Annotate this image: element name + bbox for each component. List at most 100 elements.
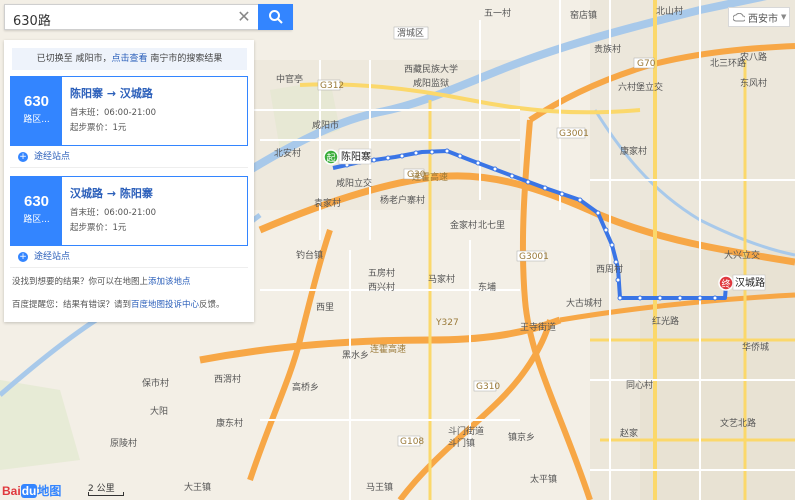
- g310-label: G310: [476, 382, 500, 392]
- place-doumen2: 斗门镇: [448, 437, 475, 449]
- place-yaodianz: 窑店镇: [570, 9, 597, 21]
- place-kangjia: 康家村: [620, 145, 647, 157]
- notice-suffix: 南宁市的搜索结果: [150, 54, 223, 64]
- plus-icon: +: [18, 152, 28, 162]
- lianhuo-label: 连霍高速: [370, 343, 406, 355]
- g70-label: G70: [637, 59, 656, 69]
- via-label: 途经站点: [34, 252, 71, 262]
- clear-icon[interactable]: ✕: [235, 8, 253, 26]
- place-tongxin: 同心村: [626, 379, 653, 391]
- place-guishi: 贵族村: [594, 43, 621, 55]
- place-beisan: 北三环路: [710, 57, 746, 69]
- search-button[interactable]: [258, 4, 293, 30]
- route-sub: 路区...: [23, 115, 50, 125]
- route-schedule: 首末班：06:00-21:00: [70, 208, 157, 218]
- place-xianyang: 咸阳市: [312, 119, 339, 131]
- baidu-map-logo[interactable]: Baidu地图: [2, 482, 61, 499]
- place-gaoqiao: 高桥乡: [292, 381, 319, 393]
- notice-city: 咸阳市: [75, 54, 103, 64]
- notice-prefix: 已切换至: [36, 54, 73, 64]
- via-stops-2[interactable]: + 途经站点: [10, 246, 248, 268]
- feedback-link[interactable]: 百度地图投诉中心: [131, 300, 199, 310]
- place-doumen: 斗门街道: [448, 425, 484, 437]
- place-jingjing: 镇京乡: [508, 431, 535, 443]
- end-marker[interactable]: 终 汉城路: [718, 274, 766, 291]
- place-wangsi: 王寺街道: [520, 321, 556, 333]
- place-xianyang-prison: 咸阳监狱: [413, 77, 449, 89]
- city-switch-notice: 已切换至 咸阳市，点击查看 南宁市的搜索结果: [12, 48, 247, 70]
- place-huaqiao: 华侨城: [742, 341, 769, 353]
- end-badge: 终: [721, 278, 730, 290]
- hint2-text: 百度提醒您：结果有错误？请到: [12, 300, 132, 310]
- place-yangjia: 杨老户寨村: [380, 194, 425, 206]
- route-fare: 起步票价：1元: [70, 223, 127, 233]
- place-liuqun: 六村堡立交: [618, 81, 663, 93]
- result-card-2[interactable]: 630 路区... 汉城路 → 陈阳寨 首末班：06:00-21:00 起步票价…: [10, 176, 248, 246]
- place-dongfeng: 东风村: [740, 77, 767, 89]
- place-beiqi: 北七里: [478, 220, 505, 231]
- scale-bar: [88, 492, 124, 496]
- g108-label: G108: [400, 437, 424, 447]
- place-wuyi: 五一村: [484, 7, 511, 19]
- place-weicheng: 渭城区: [397, 28, 424, 39]
- g312-label: G312: [320, 81, 344, 91]
- place-yuanjia: 袁家村: [314, 197, 341, 209]
- route-title[interactable]: 汉城路 → 陈阳寨: [70, 185, 153, 201]
- feedback-hint: 百度提醒您：结果有错误？请到百度地图投诉中心反馈。: [12, 298, 225, 310]
- place-xizang: 西藏民族大学: [404, 63, 458, 75]
- place-dongpu: 东埔: [478, 281, 496, 293]
- place-beishan: 北山村: [656, 5, 683, 17]
- city-switcher[interactable]: 西安市 ▼: [728, 7, 790, 27]
- g3001-label-2: G3001: [559, 129, 589, 139]
- place-dayang: 大阳: [150, 405, 168, 417]
- start-marker[interactable]: 起 陈阳寨: [323, 148, 372, 165]
- place-xianyangli: 咸阳立交: [336, 177, 372, 189]
- place-kangdong: 康东村: [216, 417, 243, 429]
- cloud-icon: [733, 12, 745, 21]
- route-badge: 630 路区...: [11, 77, 62, 145]
- place-yuanlin: 原陵村: [110, 437, 137, 449]
- place-mawang: 马王镇: [366, 481, 393, 493]
- route-number: 630: [23, 93, 50, 110]
- place-wufang: 五房村: [368, 267, 395, 279]
- place-xizhou: 西周村: [596, 263, 623, 275]
- search-box: 630路 ✕: [4, 4, 293, 30]
- place-taiyi: 太平镇: [530, 473, 557, 485]
- place-beiyan: 北安村: [274, 147, 301, 159]
- route-sub: 路区...: [23, 215, 50, 225]
- place-wenyi: 文艺北路: [720, 417, 756, 429]
- route-fare: 起步票价：1元: [70, 123, 127, 133]
- logo-part-a: Bai: [2, 484, 21, 498]
- place-xixing: 西兴村: [368, 281, 395, 293]
- place-dawang: 大王镇: [184, 481, 211, 493]
- chevron-down-icon: ▼: [781, 13, 787, 21]
- end-name: 汉城路: [735, 276, 765, 289]
- start-name: 陈阳寨: [341, 150, 371, 163]
- city-label: 西安市: [748, 13, 778, 25]
- place-mada: 马家村: [428, 273, 455, 285]
- place-xiali: 西里: [316, 302, 334, 313]
- search-icon: [268, 10, 283, 24]
- add-place-hint: 没找到想要的结果？你可以在地图上添加该地点: [12, 275, 191, 287]
- search-input[interactable]: 630路: [13, 10, 51, 29]
- logo-part-c: 地图: [37, 484, 62, 498]
- place-baobao: 保市村: [142, 377, 169, 389]
- notice-link[interactable]: 点击查看: [112, 54, 148, 64]
- y327-label: Y327: [435, 318, 459, 328]
- place-zhaojia: 赵家: [620, 427, 638, 439]
- route-schedule: 首末班：06:00-21:00: [70, 108, 157, 118]
- start-badge: 起: [326, 153, 335, 164]
- add-place-link[interactable]: 添加该地点: [148, 277, 191, 287]
- route-title[interactable]: 陈阳寨 → 汉城路: [70, 85, 153, 101]
- place-jinjia: 金家村: [450, 219, 477, 231]
- place-daxing: 大兴立交: [724, 249, 760, 261]
- plus-icon: +: [18, 252, 28, 262]
- results-panel: 已切换至 咸阳市，点击查看 南宁市的搜索结果 630 路区... 陈阳寨 → 汉…: [4, 40, 254, 322]
- place-daguan: 大古城村: [566, 297, 602, 309]
- via-label: 途经站点: [34, 152, 71, 162]
- place-xidi: 西渭村: [214, 373, 241, 385]
- place-hongguang: 红光路: [652, 315, 679, 327]
- place-zhongguan: 中官亭: [276, 73, 303, 85]
- via-stops-1[interactable]: + 途经站点: [10, 146, 248, 168]
- result-card-1[interactable]: 630 路区... 陈阳寨 → 汉城路 首末班：06:00-21:00 起步票价…: [10, 76, 248, 146]
